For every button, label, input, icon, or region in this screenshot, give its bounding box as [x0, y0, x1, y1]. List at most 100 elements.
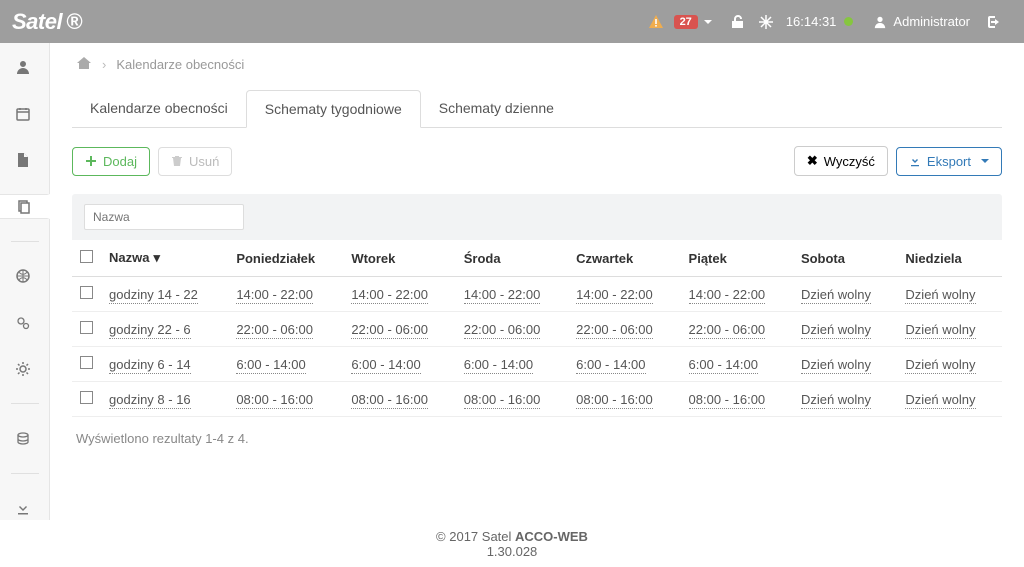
cell-thu[interactable]: 6:00 - 14:00 — [576, 357, 645, 374]
footer-version: 1.30.028 — [0, 544, 1024, 559]
delete-button: Usuń — [158, 147, 232, 176]
cell-sat[interactable]: Dzień wolny — [801, 392, 871, 409]
tab-weekly-schemes[interactable]: Schematy tygodniowe — [246, 90, 421, 128]
breadcrumb-title: Kalendarze obecności — [116, 57, 244, 72]
cell-thu[interactable]: 08:00 - 16:00 — [576, 392, 653, 409]
cell-sun[interactable]: Dzień wolny — [905, 357, 975, 374]
cell-fri[interactable]: 6:00 - 14:00 — [689, 357, 758, 374]
col-thu[interactable]: Czwartek — [568, 240, 680, 277]
topbar: Satel® 27 16:14:31 Administrator — [0, 0, 1024, 43]
row-checkbox[interactable] — [72, 347, 101, 382]
col-sun[interactable]: Niedziela — [897, 240, 1002, 277]
nav-copy-icon[interactable] — [0, 194, 50, 219]
chevron-right-icon: › — [102, 57, 106, 72]
cell-sat[interactable]: Dzień wolny — [801, 357, 871, 374]
unlock-icon[interactable] — [730, 14, 746, 30]
select-all-header[interactable] — [72, 240, 101, 277]
status-dot — [844, 17, 853, 26]
alerts-dropdown-caret[interactable] — [704, 20, 712, 24]
sidenav — [0, 43, 50, 520]
tab-daily-schemes[interactable]: Schematy dzienne — [421, 90, 572, 127]
cell-mon[interactable]: 22:00 - 06:00 — [236, 322, 313, 339]
plus-icon — [85, 155, 97, 167]
cell-mon[interactable]: 6:00 - 14:00 — [236, 357, 305, 374]
user-icon — [873, 15, 887, 29]
col-wed[interactable]: Środa — [456, 240, 568, 277]
cell-fri[interactable]: 22:00 - 06:00 — [689, 322, 766, 339]
table-row[interactable]: godziny 8 - 16 08:00 - 16:00 08:00 - 16:00… — [72, 382, 1002, 417]
cell-wed[interactable]: 14:00 - 22:00 — [464, 287, 541, 304]
schedule-table: Nazwa▾ Poniedziałek Wtorek Środa Czwarte… — [72, 240, 1002, 417]
row-checkbox[interactable] — [72, 277, 101, 312]
nav-separator-2 — [11, 403, 39, 404]
name-filter-input[interactable] — [84, 204, 244, 230]
cell-fri[interactable]: 14:00 - 22:00 — [689, 287, 766, 304]
warning-icon[interactable] — [648, 14, 664, 30]
snowflake-icon[interactable] — [758, 14, 774, 30]
cell-fri[interactable]: 08:00 - 16:00 — [689, 392, 766, 409]
results-summary: Wyświetlono rezultaty 1-4 z 4. — [72, 417, 1002, 460]
row-checkbox[interactable] — [72, 382, 101, 417]
table-row[interactable]: godziny 22 - 6 22:00 - 06:00 22:00 - 06:00… — [72, 312, 1002, 347]
alert-badge[interactable]: 27 — [674, 15, 698, 29]
nav-gear-icon[interactable] — [0, 357, 50, 381]
close-icon: ✖ — [807, 153, 818, 169]
col-tue[interactable]: Wtorek — [343, 240, 455, 277]
cell-name[interactable]: godziny 8 - 16 — [109, 392, 191, 409]
nav-calendar-icon[interactable] — [0, 101, 50, 125]
tabs: Kalendarze obecności Schematy tygodniowe… — [72, 90, 1002, 128]
cell-wed[interactable]: 08:00 - 16:00 — [464, 392, 541, 409]
download-icon — [909, 155, 921, 167]
footer-product: ACCO-WEB — [515, 529, 588, 544]
cell-mon[interactable]: 08:00 - 16:00 — [236, 392, 313, 409]
col-sat[interactable]: Sobota — [793, 240, 897, 277]
table-row[interactable]: godziny 14 - 22 14:00 - 22:00 14:00 - 22:0… — [72, 277, 1002, 312]
nav-user-icon[interactable] — [0, 55, 50, 79]
cell-sun[interactable]: Dzień wolny — [905, 392, 975, 409]
home-icon[interactable] — [76, 55, 92, 74]
footer: © 2017 Satel ACCO-WEB 1.30.028 — [0, 520, 1024, 567]
table-row[interactable]: godziny 6 - 14 6:00 - 14:00 6:00 - 14:00 6:… — [72, 347, 1002, 382]
trash-icon — [171, 155, 183, 167]
cell-mon[interactable]: 14:00 - 22:00 — [236, 287, 313, 304]
cell-name[interactable]: godziny 6 - 14 — [109, 357, 191, 374]
toolbar: Dodaj Usuń ✖ Wyczyść Eksport — [72, 146, 1002, 176]
col-mon[interactable]: Poniedziałek — [228, 240, 343, 277]
tab-attendance-calendars[interactable]: Kalendarze obecności — [72, 90, 246, 127]
col-name[interactable]: Nazwa▾ — [101, 240, 228, 277]
cell-name[interactable]: godziny 14 - 22 — [109, 287, 198, 304]
cell-thu[interactable]: 14:00 - 22:00 — [576, 287, 653, 304]
nav-stack-icon[interactable] — [0, 426, 50, 450]
add-button[interactable]: Dodaj — [72, 147, 150, 176]
row-checkbox[interactable] — [72, 312, 101, 347]
cell-sat[interactable]: Dzień wolny — [801, 322, 871, 339]
cell-sat[interactable]: Dzień wolny — [801, 287, 871, 304]
cell-sun[interactable]: Dzień wolny — [905, 287, 975, 304]
footer-copyright: © 2017 Satel — [436, 529, 515, 544]
caret-down-icon — [981, 159, 989, 163]
nav-separator — [11, 241, 39, 242]
clear-button[interactable]: ✖ Wyczyść — [794, 146, 888, 176]
clock-time: 16:14:31 — [786, 14, 854, 29]
export-button[interactable]: Eksport — [896, 147, 1002, 176]
nav-globe-icon[interactable] — [0, 264, 50, 288]
logout-icon[interactable] — [984, 14, 1000, 30]
cell-thu[interactable]: 22:00 - 06:00 — [576, 322, 653, 339]
cell-tue[interactable]: 6:00 - 14:00 — [351, 357, 420, 374]
user-name: Administrator — [893, 14, 970, 29]
nav-document-icon[interactable] — [0, 148, 50, 172]
cell-tue[interactable]: 14:00 - 22:00 — [351, 287, 428, 304]
nav-separator-3 — [11, 473, 39, 474]
cell-wed[interactable]: 22:00 - 06:00 — [464, 322, 541, 339]
nav-download-icon[interactable] — [0, 496, 50, 520]
col-fri[interactable]: Piątek — [681, 240, 793, 277]
cell-sun[interactable]: Dzień wolny — [905, 322, 975, 339]
logo: Satel® — [12, 9, 82, 35]
user-menu[interactable]: Administrator — [873, 14, 970, 29]
breadcrumb: › Kalendarze obecności — [72, 55, 1002, 74]
cell-tue[interactable]: 22:00 - 06:00 — [351, 322, 428, 339]
cell-wed[interactable]: 6:00 - 14:00 — [464, 357, 533, 374]
cell-tue[interactable]: 08:00 - 16:00 — [351, 392, 428, 409]
cell-name[interactable]: godziny 22 - 6 — [109, 322, 191, 339]
nav-gears-icon[interactable] — [0, 310, 50, 334]
